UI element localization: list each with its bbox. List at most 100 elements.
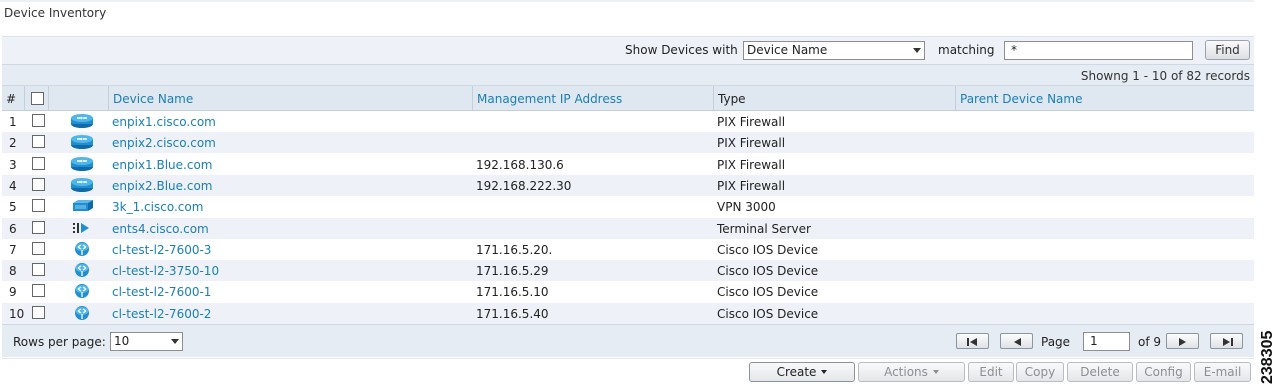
ios-router-icon [70, 305, 94, 321]
row-number: 8 [9, 264, 17, 279]
email-button[interactable]: E-mail [1194, 362, 1251, 382]
edit-button[interactable]: Edit [968, 362, 1014, 382]
row-number: 3 [9, 157, 17, 172]
table-row[interactable]: 5 3k_1.cisco.com VPN 3000 [2, 196, 1254, 217]
header-parent-device[interactable]: Parent Device Name [956, 86, 1254, 111]
mgmt-ip: 192.168.222.30 [476, 178, 572, 193]
device-name-link[interactable]: 3k_1.cisco.com [112, 200, 203, 214]
terminal-server-icon [70, 220, 94, 236]
rows-per-page-select[interactable]: 10 [110, 332, 183, 351]
row-checkbox[interactable] [32, 263, 45, 277]
header-number: # [2, 86, 25, 111]
next-page-icon [1179, 338, 1186, 346]
row-checkbox[interactable] [32, 305, 45, 319]
device-type: Cisco IOS Device [717, 285, 819, 300]
row-checkbox[interactable] [32, 241, 45, 255]
select-all-checkbox[interactable] [31, 92, 44, 105]
row-checkbox[interactable] [32, 135, 45, 149]
row-number: 2 [9, 136, 17, 151]
firewall-icon [70, 113, 94, 129]
title-bar: Device Inventory [0, 0, 1254, 34]
figure-id: 238305 [1259, 331, 1276, 384]
table-row[interactable]: 9 cl-test-l2-7600-1 171.16.5.10 Cisco IOS D… [2, 281, 1254, 302]
table-row[interactable]: 4 enpix2.Blue.com 192.168.222.30 PIX Firewa… [2, 174, 1254, 196]
table-row[interactable]: 2 enpix2.cisco.com PIX Firewall [2, 132, 1254, 154]
device-name-link[interactable]: enpix1.cisco.com [112, 115, 216, 129]
header-mgmt-ip[interactable]: Management IP Address [473, 86, 714, 111]
matching-label: matching [938, 43, 995, 57]
records-bar: Showng 1 - 10 of 82 records [2, 64, 1254, 86]
first-page-icon [967, 338, 977, 346]
create-button[interactable]: Create [749, 362, 855, 382]
row-checkbox[interactable] [32, 220, 45, 234]
delete-button[interactable]: Delete [1067, 362, 1133, 382]
first-page-button[interactable] [956, 333, 989, 349]
last-page-icon [1223, 338, 1233, 346]
actions-label: Actions [884, 365, 928, 379]
device-name-link[interactable]: cl-test-l2-3750-10 [112, 264, 219, 278]
row-number: 4 [9, 178, 17, 193]
filter-field-select[interactable]: Device Name [743, 41, 925, 60]
table-row[interactable]: 1 enpix1.cisco.com PIX Firewall [2, 111, 1254, 132]
mgmt-ip: 192.168.130.6 [476, 157, 564, 172]
header-device-name[interactable]: Device Name [109, 86, 473, 111]
header-type[interactable]: Type [714, 86, 956, 111]
device-type: Cisco IOS Device [717, 264, 819, 279]
device-type: Cisco IOS Device [717, 306, 819, 321]
device-name-link[interactable]: cl-test-l2-7600-1 [112, 285, 211, 299]
ios-router-icon [70, 262, 94, 278]
table-row[interactable]: 8 cl-test-l2-3750-10 171.16.5.29 Cisco IOS … [2, 260, 1254, 282]
mgmt-ip: 171.16.5.40 [476, 306, 549, 321]
vpn-concentrator-icon [70, 198, 94, 214]
row-checkbox[interactable] [32, 114, 45, 127]
filter-field-value: Device Name [747, 43, 828, 57]
page-count: of 9 [1138, 335, 1162, 349]
row-checkbox[interactable] [32, 199, 45, 213]
records-count: Showng 1 - 10 of 82 records [1080, 69, 1250, 83]
device-name-link[interactable]: enpix2.cisco.com [112, 136, 216, 150]
row-number: 9 [9, 285, 17, 300]
header-select-cell [25, 86, 49, 111]
row-checkbox[interactable] [32, 156, 45, 170]
device-type: PIX Firewall [717, 157, 786, 172]
match-input[interactable]: * [1004, 41, 1193, 60]
rows-per-page-value: 10 [114, 334, 130, 348]
device-name-link[interactable]: cl-test-l2-7600-2 [112, 307, 211, 321]
chevron-down-icon [821, 370, 828, 374]
row-checkbox[interactable] [32, 177, 45, 191]
show-devices-label: Show Devices with [625, 43, 738, 57]
actions-button[interactable]: Actions [858, 362, 965, 382]
copy-button[interactable]: Copy [1016, 362, 1064, 382]
row-number: 6 [9, 221, 17, 236]
pagination-bar: Rows per page: 10 Page 1 of 9 [2, 324, 1254, 357]
next-page-button[interactable] [1166, 333, 1199, 349]
chevron-down-icon [932, 370, 939, 374]
config-button[interactable]: Config [1136, 362, 1191, 382]
table-row[interactable]: 7 cl-test-l2-7600-3 171.16.5.20. Cisco IOS … [2, 239, 1254, 260]
last-page-button[interactable] [1210, 333, 1243, 349]
firewall-icon [70, 177, 94, 193]
device-type: Terminal Server [717, 221, 811, 236]
device-name-link[interactable]: cl-test-l2-7600-3 [112, 243, 211, 257]
find-button[interactable]: Find [1205, 40, 1250, 60]
table-row[interactable]: 6 ents4.cisco.com Terminal Server [2, 217, 1254, 239]
firewall-icon [70, 156, 94, 172]
device-type: PIX Firewall [717, 115, 786, 129]
row-number: 7 [9, 242, 17, 257]
device-name-link[interactable]: ents4.cisco.com [112, 222, 209, 236]
device-type: VPN 3000 [717, 200, 776, 215]
row-checkbox[interactable] [32, 284, 45, 298]
row-number: 10 [9, 306, 25, 321]
previous-page-button[interactable] [1000, 333, 1033, 349]
previous-page-icon [1014, 338, 1021, 346]
table-row[interactable]: 3 enpix1.Blue.com 192.168.130.6 PIX Firewal… [2, 154, 1254, 175]
device-type: Cisco IOS Device [717, 242, 819, 257]
table-header: # Device Name Management IP Address Type… [2, 86, 1254, 111]
page-number-input[interactable]: 1 [1083, 332, 1130, 351]
table-row[interactable]: 10 cl-test-l2-7600-2 171.16.5.40 Cisco IOS … [2, 302, 1254, 324]
device-name-link[interactable]: enpix2.Blue.com [112, 179, 213, 193]
device-name-link[interactable]: enpix1.Blue.com [112, 158, 213, 172]
figure-id-text: 238305 [1259, 331, 1276, 384]
rows-per-page-label: Rows per page: [13, 335, 106, 349]
mgmt-ip: 171.16.5.20. [476, 242, 553, 257]
